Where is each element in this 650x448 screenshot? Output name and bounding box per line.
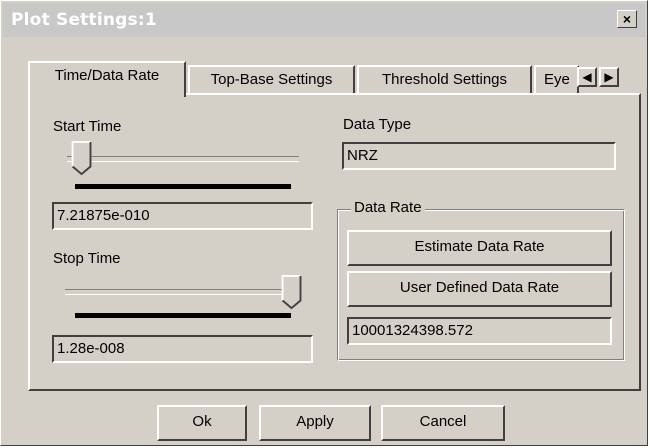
tab-eye[interactable]: Eye	[534, 65, 579, 95]
cancel-label: Cancel	[419, 413, 467, 430]
data-rate-field[interactable]: 10001324398.572	[347, 317, 612, 345]
active-tab-join	[30, 93, 182, 96]
data-type-field[interactable]: NRZ	[342, 142, 616, 170]
plot-settings-dialog: Plot Settings:1 × Time/Data Rate Top-Bas…	[0, 0, 648, 446]
start-time-selection-bar	[75, 184, 291, 189]
stop-time-field[interactable]: 1.28e-008	[52, 335, 313, 363]
apply-button[interactable]: Apply	[259, 405, 371, 441]
start-time-slider-thumb[interactable]	[71, 141, 93, 175]
user-defined-data-rate-button[interactable]: User Defined Data Rate	[347, 271, 612, 307]
data-type-label: Data Type	[343, 116, 412, 133]
stop-time-slider-thumb[interactable]	[281, 275, 303, 309]
ok-button[interactable]: Ok	[157, 405, 247, 441]
right-arrow-icon: ▶	[604, 70, 614, 84]
window-title: Plot Settings:1	[11, 10, 157, 30]
left-arrow-icon: ◀	[582, 70, 592, 84]
data-rate-value: 10001324398.572	[352, 322, 473, 339]
start-time-label: Start Time	[53, 118, 122, 135]
tab-scroll-right-button[interactable]: ▶	[599, 67, 619, 87]
stop-time-value: 1.28e-008	[57, 340, 125, 357]
estimate-data-rate-button[interactable]: Estimate Data Rate	[347, 230, 612, 266]
apply-label: Apply	[296, 413, 334, 430]
tab-label: Time/Data Rate	[54, 67, 160, 84]
tab-scroll-left-button[interactable]: ◀	[577, 67, 597, 87]
start-time-field[interactable]: 7.21875e-010	[52, 202, 313, 230]
tab-label: Threshold Settings	[381, 71, 508, 88]
tab-label: Eye	[544, 71, 570, 88]
stop-time-slider-track[interactable]	[65, 289, 299, 295]
data-type-value: NRZ	[347, 147, 378, 164]
stop-time-label: Stop Time	[53, 250, 121, 267]
start-time-value: 7.21875e-010	[57, 207, 150, 224]
close-icon: ×	[622, 11, 632, 27]
close-button[interactable]: ×	[617, 10, 637, 28]
cancel-button[interactable]: Cancel	[381, 405, 505, 441]
tab-time-data-rate[interactable]: Time/Data Rate	[28, 61, 186, 97]
ok-label: Ok	[192, 413, 212, 430]
tab-top-base-settings[interactable]: Top-Base Settings	[188, 65, 355, 95]
title-bar[interactable]: Plot Settings:1 ×	[3, 3, 645, 37]
tab-threshold-settings[interactable]: Threshold Settings	[357, 65, 532, 95]
data-rate-group-label: Data Rate	[351, 199, 425, 216]
stop-time-selection-bar	[75, 313, 291, 318]
estimate-data-rate-label: Estimate Data Rate	[414, 238, 545, 255]
start-time-slider-track[interactable]	[67, 156, 299, 162]
tab-label: Top-Base Settings	[210, 71, 333, 88]
user-defined-data-rate-label: User Defined Data Rate	[399, 279, 560, 296]
